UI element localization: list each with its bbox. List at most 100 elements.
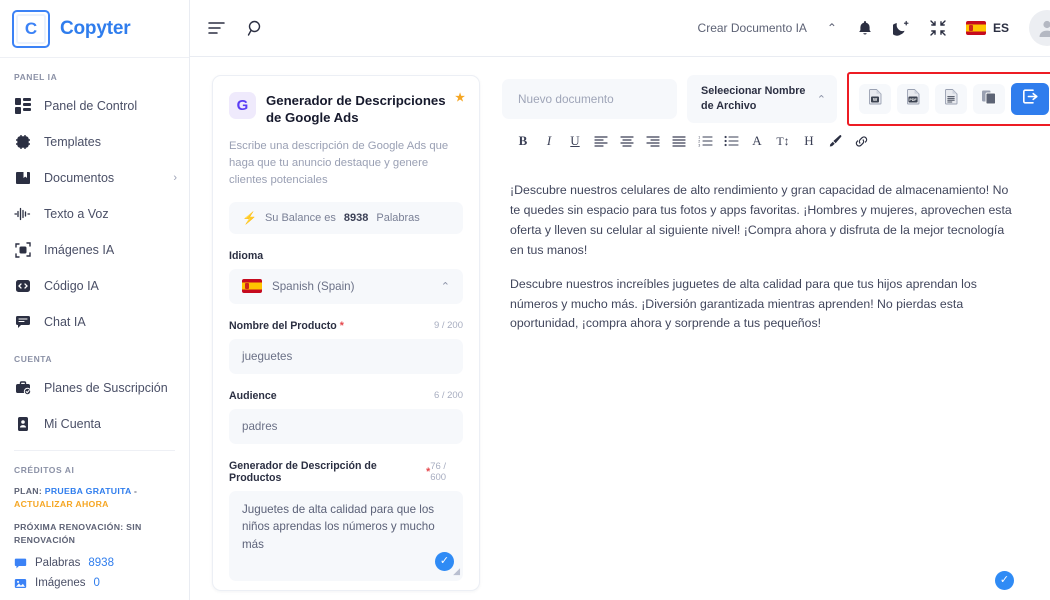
brand-name: Copyter: [60, 18, 130, 40]
export-word-button[interactable]: W: [859, 84, 891, 114]
balance-prefix: Su Balance es: [265, 212, 336, 224]
bold-button[interactable]: B: [510, 128, 536, 154]
moon-icon[interactable]: [893, 20, 910, 37]
chevron-up-icon[interactable]: ⌃: [827, 21, 837, 35]
save-document-button[interactable]: [1011, 83, 1049, 115]
product-name-input[interactable]: jueguetes: [229, 339, 463, 374]
highlight-button[interactable]: [822, 128, 848, 154]
font-size-button[interactable]: T↕: [770, 128, 796, 154]
generator-description: Escribe una descripción de Google Ads qu…: [229, 138, 463, 189]
sidebar-item-documentos[interactable]: Documentos ›: [0, 160, 189, 196]
sidebar-item-texto-a-voz[interactable]: Texto a Voz: [0, 196, 189, 232]
link-button[interactable]: [848, 128, 874, 154]
heading-button[interactable]: H: [796, 128, 822, 154]
credit-label: Imágenes: [35, 577, 86, 589]
char-counter: 6 / 200: [434, 390, 463, 401]
credit-label: Palabras: [35, 557, 80, 569]
sidebar-section-creditos-ai: CRÉDITOS AI: [0, 451, 189, 481]
language-selector[interactable]: ES: [966, 21, 1009, 35]
plan-value: PRUEBA GRATUITA: [45, 486, 132, 496]
brand-logo[interactable]: C Copyter: [0, 0, 189, 57]
sidebar-item-imagenes-ia[interactable]: Imágenes IA: [0, 232, 189, 268]
textarea-value: Juguetes de alta calidad para que los ni…: [242, 503, 435, 551]
copy-button[interactable]: [973, 84, 1005, 114]
chat-icon: [14, 314, 31, 331]
google-ads-icon: G: [229, 92, 256, 119]
avatar[interactable]: [1029, 10, 1050, 46]
app-root: C Copyter PANEL IA Panel de Control Temp…: [0, 0, 1050, 600]
svg-text:PDF: PDF: [909, 97, 917, 101]
generator-card: G Generador de Descripciones de Google A…: [212, 75, 480, 591]
sidebar: C Copyter PANEL IA Panel de Control Temp…: [0, 0, 190, 600]
align-left-button[interactable]: [588, 128, 614, 154]
sidebar-item-chat-ia[interactable]: Chat IA: [0, 304, 189, 340]
menu-icon[interactable]: [208, 21, 225, 35]
logo-letter: C: [16, 14, 46, 44]
align-right-button[interactable]: [640, 128, 666, 154]
sidebar-item-templates[interactable]: Templates: [0, 124, 189, 160]
collapse-icon[interactable]: [930, 20, 946, 36]
resize-grip-icon[interactable]: ◢: [453, 565, 460, 579]
balance-badge: ⚡ Su Balance es 8938 Palabras: [229, 202, 463, 234]
bullet-list-button[interactable]: [718, 128, 744, 154]
sidebar-item-label: Mi Cuenta: [44, 417, 101, 431]
lightning-bolt-icon: ⚡: [242, 211, 257, 225]
options-row: Creatividad i Media Tono de voz i: [229, 581, 463, 591]
sidebar-item-mi-cuenta[interactable]: Mi Cuenta: [0, 406, 189, 442]
save-arrow-icon: [1022, 88, 1039, 110]
balance-value: 8938: [344, 212, 368, 224]
spain-flag-icon: [242, 279, 262, 293]
word-bubble-icon: [14, 557, 27, 570]
balance-suffix: Palabras: [376, 212, 419, 224]
align-center-button[interactable]: [614, 128, 640, 154]
audience-input[interactable]: padres: [229, 409, 463, 444]
language-select[interactable]: Spanish (Spain) ⌃: [229, 269, 463, 304]
export-actions-group: W PDF: [847, 72, 1050, 126]
italic-button[interactable]: I: [536, 128, 562, 154]
export-pdf-button[interactable]: PDF: [897, 84, 929, 114]
chevron-up-icon: ⌃: [441, 280, 450, 293]
dashboard-icon: [14, 98, 31, 115]
export-text-button[interactable]: [935, 84, 967, 114]
pdf-doc-icon: PDF: [906, 89, 921, 110]
plan-prefix: PLAN:: [14, 486, 42, 496]
topbar-right: Crear Documento IA ⌃ ES: [698, 10, 1050, 46]
plan-dash: -: [134, 486, 137, 496]
product-description-textarea[interactable]: Juguetes de alta calidad para que los ni…: [229, 491, 463, 581]
language-code: ES: [993, 21, 1009, 35]
create-document-ia-link[interactable]: Crear Documento IA: [698, 21, 807, 35]
sidebar-item-label: Código IA: [44, 279, 99, 293]
document-name-input[interactable]: Nuevo documento: [502, 79, 677, 119]
logo-mark-icon: C: [12, 10, 50, 48]
image-icon: [14, 577, 27, 590]
char-counter: 76 / 600: [430, 461, 463, 483]
bell-icon[interactable]: [857, 20, 873, 37]
favorite-star-icon[interactable]: ★: [455, 91, 465, 106]
svg-text:W: W: [872, 97, 877, 102]
align-justify-button[interactable]: [666, 128, 692, 154]
format-toolbar: B I U 123: [502, 123, 1050, 159]
image-frame-icon: [14, 242, 31, 259]
font-color-button[interactable]: A: [744, 128, 770, 154]
sidebar-item-panel-de-control[interactable]: Panel de Control: [0, 88, 189, 124]
document-content[interactable]: ¡Descubre nuestros celulares de alto ren…: [502, 159, 1050, 600]
file-name-select[interactable]: Seleecionar Nombre de Archivo ⌃: [687, 75, 837, 123]
credits-panel: PLAN: PRUEBA GRATUITA - ACTUALIZAR AHORA…: [0, 481, 189, 590]
upgrade-now-link[interactable]: ACTUALIZAR AHORA: [14, 499, 109, 509]
search-icon[interactable]: [247, 20, 264, 37]
copy-icon: [981, 89, 997, 110]
sidebar-item-planes-de-suscripcion[interactable]: Planes de Suscripción: [0, 370, 189, 406]
label-audience: Audience 6 / 200: [229, 390, 463, 402]
underline-button[interactable]: U: [562, 128, 588, 154]
code-icon: [14, 278, 31, 295]
document-name-placeholder: Nuevo documento: [518, 92, 614, 106]
sidebar-item-codigo-ia[interactable]: Código IA: [0, 268, 189, 304]
field-label-text: Idioma: [229, 250, 263, 262]
spain-flag-icon: [966, 21, 986, 35]
saved-check-icon: ✓: [995, 571, 1014, 590]
chevron-up-icon: ⌃: [817, 93, 826, 106]
word-doc-icon: W: [868, 89, 883, 110]
ordered-list-button[interactable]: 123: [692, 128, 718, 154]
editor-toolbar-top: Nuevo documento Seleecionar Nombre de Ar…: [502, 75, 1050, 123]
svg-text:3: 3: [698, 143, 700, 147]
